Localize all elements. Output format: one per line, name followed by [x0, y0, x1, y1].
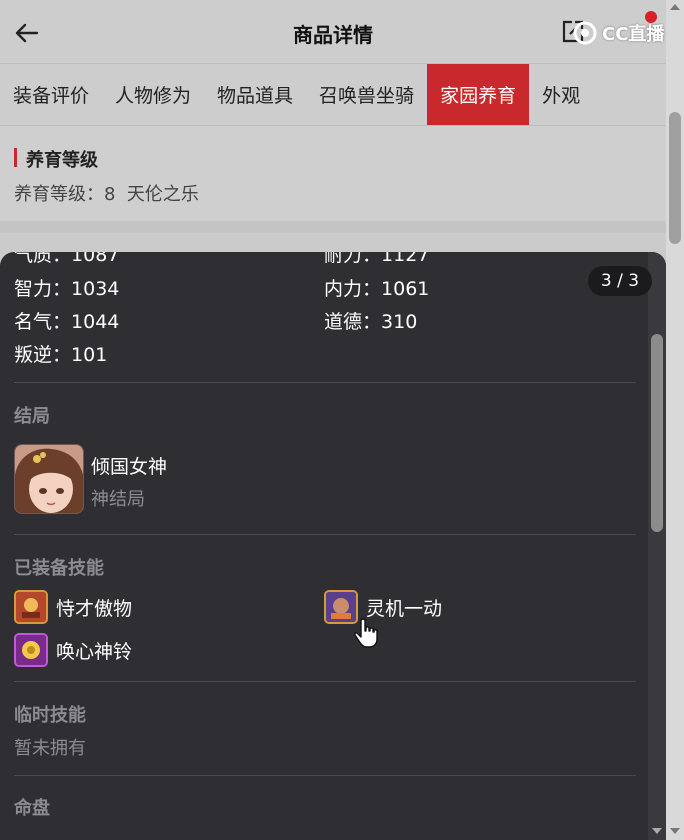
stat-label: 气质: [14, 252, 71, 266]
skill-item[interactable]: 唤心神铃: [14, 633, 132, 667]
temp-skills-title: 临时技能: [14, 705, 86, 726]
stat-value: 101: [71, 344, 108, 366]
equipped-skills-title: 已装备技能: [14, 558, 104, 579]
nurture-level-line: 养育等级：8 天伦之乐: [14, 180, 199, 206]
ending-portrait: [14, 444, 84, 514]
tab-summons-mounts[interactable]: 召唤兽坐骑: [306, 64, 427, 125]
temp-skills-empty: 暂未拥有: [14, 738, 86, 759]
stat-endurance: 耐力1127: [324, 252, 429, 267]
ending-type: 神结局: [91, 489, 145, 510]
nurture-rank: 天伦之乐: [126, 184, 199, 205]
scroll-up-arrow-icon[interactable]: [670, 4, 680, 10]
girl-portrait-icon: [15, 445, 83, 513]
nurture-title: 养育等级: [14, 146, 98, 172]
stat-value: 1087: [71, 252, 120, 266]
stat-value: 1127: [381, 252, 430, 266]
hand-cursor-icon: [354, 618, 378, 648]
nurture-section: [0, 127, 666, 221]
stat-morality: 道德310: [324, 307, 417, 334]
stat-temperament: 气质1087: [14, 252, 119, 267]
child-detail-panel: 3 / 3 气质1087 耐力1127 智力1034 内力1061 名气1044…: [0, 252, 666, 840]
divider: [14, 775, 636, 776]
nurture-level-value: 8: [104, 184, 116, 205]
tab-equipment-review[interactable]: 装备评价: [0, 64, 102, 125]
panel-scroll-down-icon[interactable]: [652, 828, 662, 834]
category-tabs: 装备评价 人物修为 物品道具 召唤兽坐骑 家园养育 外观: [0, 64, 666, 126]
stat-value: 310: [381, 311, 418, 333]
live-logo-text: CC直播: [602, 24, 665, 45]
skill-item[interactable]: 灵机一动: [324, 590, 442, 624]
skill-bell-icon: [14, 633, 48, 667]
page-scroll-thumb[interactable]: [669, 112, 681, 244]
stat-label: 叛逆: [14, 344, 71, 366]
stat-intelligence: 智力1034: [14, 274, 119, 301]
stat-value: 1061: [381, 278, 430, 300]
skill-name: 唤心神铃: [56, 640, 133, 663]
skill-proud-icon: [14, 590, 48, 624]
stat-label: 内力: [324, 278, 381, 300]
nurture-level-label: 养育等级：: [14, 184, 104, 205]
skill-inspiration-icon: [324, 590, 358, 624]
divider: [14, 681, 636, 682]
ending-section-title: 结局: [14, 406, 50, 427]
tab-home-nurture[interactable]: 家园养育: [427, 64, 530, 125]
stat-rebellion: 叛逆101: [14, 340, 107, 367]
top-bar: 商品详情 CC直播: [0, 0, 666, 64]
destiny-title: 命盘: [14, 798, 50, 819]
divider: [14, 382, 636, 383]
ending-name: 倾国女神: [91, 456, 168, 478]
stat-value: 1044: [71, 311, 120, 333]
live-logo-icon: [573, 21, 597, 45]
skill-item[interactable]: 恃才傲物: [14, 590, 132, 624]
tab-items[interactable]: 物品道具: [204, 64, 306, 125]
panel-scroll-thumb[interactable]: [651, 334, 663, 532]
scroll-down-arrow-icon[interactable]: [670, 828, 680, 834]
stat-label: 道德: [324, 311, 381, 333]
app-screen: 商品详情 CC直播 装备评价 人物修为 物品道具 召唤兽坐骑 家园养育 外观 养…: [0, 0, 684, 840]
section-gap: [0, 221, 666, 233]
page-indicator: 3 / 3: [588, 266, 652, 296]
stat-value: 1034: [71, 278, 120, 300]
stat-inner-power: 内力1061: [324, 274, 429, 301]
skill-name: 恃才傲物: [56, 597, 133, 620]
stat-fame: 名气1044: [14, 307, 119, 334]
tab-character-cultivation[interactable]: 人物修为: [102, 64, 204, 125]
stat-label: 耐力: [324, 252, 381, 266]
stat-label: 名气: [14, 311, 71, 333]
stat-label: 智力: [14, 278, 71, 300]
tab-appearance[interactable]: 外观: [529, 64, 593, 125]
notification-dot: [645, 11, 657, 23]
divider: [14, 534, 636, 535]
